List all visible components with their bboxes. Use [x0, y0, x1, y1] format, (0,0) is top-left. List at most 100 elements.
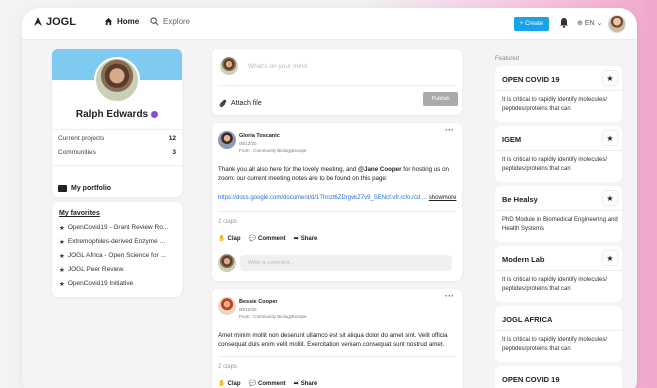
portfolio-label: My portfolio — [71, 185, 112, 192]
featured-card[interactable]: Modern Lab ★ It is critical to rapidly i… — [495, 246, 622, 302]
featured-title: JOGL AFRICA — [502, 315, 553, 324]
star-icon[interactable]: ★ — [603, 71, 617, 85]
post-source[interactable]: From : Community BiologyEurope — [239, 148, 307, 153]
favorite-label: OpenCovid19 Initiative — [67, 280, 134, 287]
divider — [218, 85, 456, 86]
featured-card[interactable]: JOGL AFRICA It is critical to rapidly id… — [495, 306, 622, 362]
post-link-row: https://docs.google.com/document/d/1Thnz… — [218, 195, 456, 201]
post-actions: ✋ Clap 💬 Comment ➦ Share — [218, 380, 318, 388]
featured-title: OPEN COVID 19 — [502, 75, 560, 84]
favorite-label: OpenCovid19 - Grant Review Ro... — [67, 224, 169, 231]
projects-label: Current projects — [58, 135, 105, 142]
communities-count: 3 — [172, 149, 176, 156]
post-source[interactable]: From : Community BiologyEurope — [239, 314, 307, 319]
projects-row[interactable]: Current projects 12 — [58, 135, 176, 142]
more-options-icon[interactable]: ··· — [445, 125, 454, 135]
communities-row[interactable]: Communities 3 — [58, 149, 176, 156]
featured-card[interactable]: OPEN COVID 19 — [495, 366, 622, 388]
profile-card: Ralph Edwards Current projects 12 Communi… — [52, 49, 182, 197]
divider — [52, 129, 182, 130]
featured-card[interactable]: Be Healsy ★ PhD Module in Biomedical Eng… — [495, 186, 622, 242]
share-label: Share — [300, 235, 318, 242]
comment-label: Comment — [257, 235, 286, 242]
favorite-item[interactable]: ★ JOGL Africa - Open Science for ... — [59, 252, 166, 260]
more-options-icon[interactable]: ··· — [445, 291, 454, 301]
star-icon: ★ — [59, 281, 65, 288]
clap-label: Clap — [227, 235, 241, 242]
favorite-label: JOGL Peer Review. — [67, 266, 125, 273]
clap-button[interactable]: ✋ Clap — [218, 235, 241, 243]
language-selector[interactable]: ⊕ EN ⌄ — [577, 19, 602, 28]
favorite-item[interactable]: ★ OpenCovid19 - Grant Review Ro... — [59, 224, 168, 232]
nav-home[interactable]: Home — [104, 17, 139, 26]
post-author-avatar[interactable] — [218, 131, 236, 149]
star-icon[interactable]: ★ — [603, 251, 617, 265]
commenter-avatar — [218, 254, 236, 272]
star-icon[interactable]: ★ — [603, 191, 617, 205]
featured-card[interactable]: OPEN COVID 19 ★ It is critical to rapidl… — [495, 66, 622, 122]
clap-icon: ✋ — [218, 236, 226, 242]
post-author-avatar[interactable] — [218, 297, 236, 315]
post-link[interactable]: https://docs.google.com/document/d/1Thnz… — [218, 195, 427, 201]
paperclip-icon — [219, 99, 227, 107]
profile-name[interactable]: Ralph Edwards — [52, 109, 182, 120]
comment-button[interactable]: 💬 Comment — [248, 380, 286, 388]
star-icon: ★ — [59, 253, 65, 260]
comment-input[interactable]: Write a comment... — [240, 255, 452, 271]
star-icon: ★ — [59, 267, 65, 274]
post-card: Bessie Cooper 00/12/20 From : Community … — [212, 289, 462, 388]
divider — [495, 330, 622, 331]
composer-avatar — [220, 57, 238, 75]
post-mention[interactable]: @Jane Cooper — [358, 166, 402, 173]
logo-icon — [34, 17, 42, 26]
post-text: Amet minim mollit non deserunt ullamco e… — [218, 332, 448, 348]
share-button[interactable]: ➦ Share — [293, 380, 318, 388]
featured-title: Modern Lab — [502, 255, 545, 264]
comment-button[interactable]: 💬 Comment — [249, 235, 286, 243]
post-text-part: Thank you all also here for the lovely m… — [218, 166, 358, 173]
attach-file-button[interactable]: Attach file — [219, 99, 262, 108]
featured-label: Featured — [495, 56, 520, 62]
claps-count[interactable]: 2 claps — [218, 364, 237, 370]
share-icon: ➦ — [293, 381, 299, 387]
divider — [495, 90, 622, 91]
post-date: 00/12/20 — [239, 307, 257, 312]
publish-button[interactable]: Publish — [423, 92, 458, 106]
featured-title: IGEM — [502, 135, 522, 144]
favorite-item[interactable]: ★ Extremophiles-derived Enzyme ... — [59, 238, 165, 246]
claps-count[interactable]: 2 claps — [218, 219, 237, 225]
bell-icon[interactable] — [559, 17, 569, 28]
clap-button[interactable]: ✋ Clap — [218, 380, 241, 388]
star-icon: ★ — [59, 225, 65, 232]
comment-icon: 💬 — [248, 381, 256, 387]
composer-input[interactable]: What's on your mind — [248, 63, 307, 70]
portfolio-link[interactable]: My portfolio — [58, 185, 111, 192]
logo[interactable]: JOGL — [33, 16, 76, 28]
post-author[interactable]: Bessie Cooper — [239, 299, 278, 305]
favorite-label: JOGL Africa - Open Science for ... — [67, 252, 166, 259]
post-actions: ✋ Clap 💬 Comment ➦ Share — [218, 235, 318, 243]
favorites-title[interactable]: My favorites — [59, 210, 100, 217]
showmore-link[interactable]: showmore — [429, 195, 457, 201]
attach-file-label: Attach file — [231, 100, 262, 107]
favorite-item[interactable]: ★ JOGL Peer Review. — [59, 266, 125, 274]
post-composer: What's on your mind Attach file Publish — [212, 49, 462, 115]
home-icon — [104, 17, 113, 26]
share-label: Share — [300, 380, 318, 387]
profile-avatar[interactable] — [94, 57, 140, 103]
favorite-label: Extremophiles-derived Enzyme ... — [67, 238, 166, 245]
post-author[interactable]: Gloria Toscanic — [239, 133, 280, 139]
create-button[interactable]: + Create — [514, 17, 549, 31]
star-icon[interactable]: ★ — [603, 131, 617, 145]
divider — [218, 211, 456, 212]
favorite-item[interactable]: ★ OpenCovid19 Initiative — [59, 280, 133, 288]
communities-label: Communities — [58, 149, 96, 156]
user-avatar[interactable] — [608, 15, 626, 33]
featured-card[interactable]: IGEM ★ It is critical to rapidly identif… — [495, 126, 622, 182]
logo-text: JOGL — [46, 16, 76, 28]
nav-explore[interactable]: Explore — [150, 17, 190, 26]
favorites-card: My favorites ★ OpenCovid19 - Grant Review… — [52, 202, 182, 297]
search-icon — [150, 17, 159, 26]
share-button[interactable]: ➦ Share — [294, 235, 318, 243]
divider — [52, 165, 182, 166]
